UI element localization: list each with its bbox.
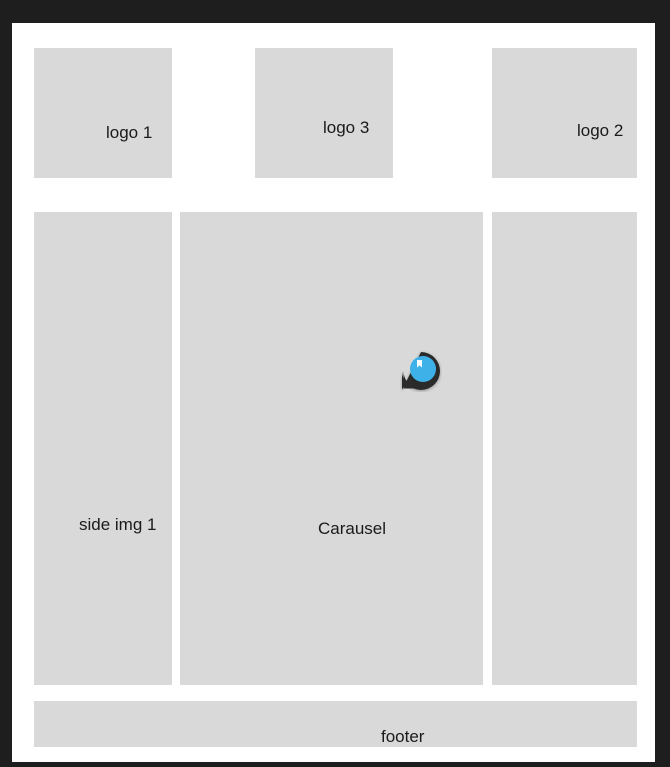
logo-2-box[interactable]: logo 2 — [492, 48, 637, 178]
logo-1-label: logo 1 — [106, 123, 153, 142]
wireframe-frame[interactable]: logo 1 logo 3 logo 2 side img 1 Carausel… — [12, 23, 655, 762]
carousel-box[interactable]: Carausel — [180, 212, 483, 685]
footer-box[interactable]: footer — [34, 701, 637, 747]
side-img-2-box[interactable] — [492, 212, 637, 685]
footer-label: footer — [381, 727, 425, 746]
carousel-label: Carausel — [318, 519, 387, 538]
comment-pin-icon[interactable] — [400, 350, 442, 392]
logo-3-label: logo 3 — [323, 118, 370, 137]
logo-3-box[interactable]: logo 3 — [255, 48, 393, 178]
comment-pin-svg — [402, 352, 440, 390]
side-img-1-box[interactable]: side img 1 — [34, 212, 172, 685]
logo-1-box[interactable]: logo 1 — [34, 48, 172, 178]
design-canvas[interactable]: logo 1 logo 3 logo 2 side img 1 Carausel… — [0, 0, 670, 767]
side-img-1-label: side img 1 — [79, 515, 157, 534]
logo-2-label: logo 2 — [577, 121, 624, 140]
